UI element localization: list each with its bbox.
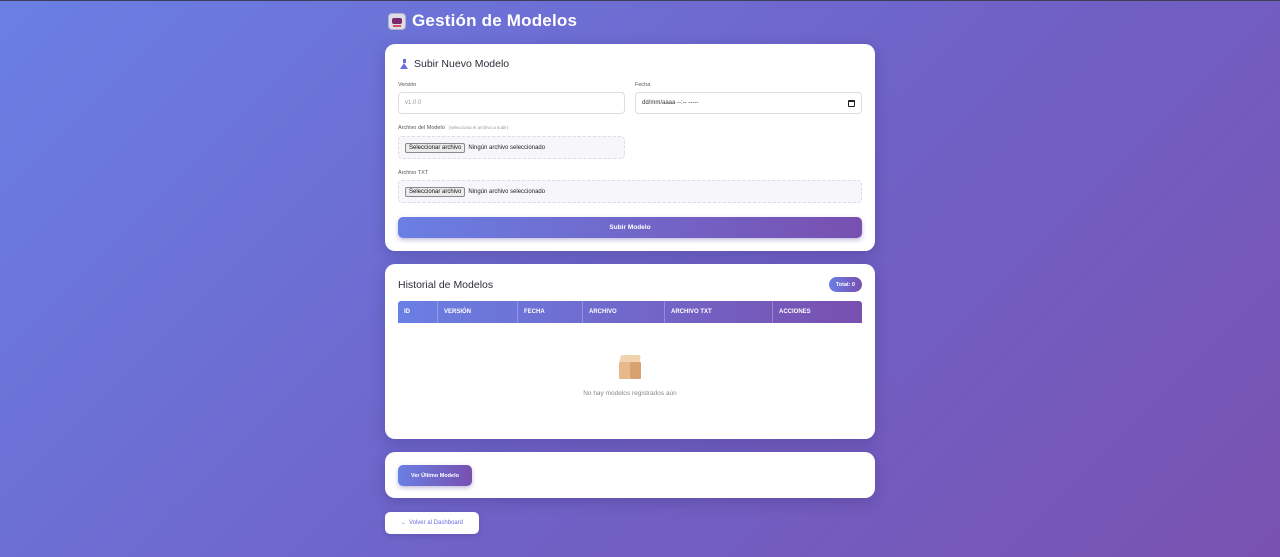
table-header: ID VERSIÓN FECHA ARCHIVO ARCHIVO TXT ACC… [398, 301, 862, 323]
column-header-version[interactable]: VERSIÓN [438, 301, 518, 323]
column-header-id[interactable]: ID [398, 301, 438, 323]
history-card: Historial de Modelos Total: 0 ID VERSIÓN… [385, 264, 875, 439]
version-placeholder: v1.0.0 [405, 100, 422, 106]
flask-icon [400, 59, 409, 69]
model-file-hint: (selecciona el archivo a subir) [448, 125, 509, 130]
robot-icon [388, 12, 406, 30]
history-title: Historial de Modelos [398, 279, 494, 291]
back-to-dashboard-button[interactable]: ← Volver al Dashboard [385, 512, 479, 534]
upload-title-text: Subir Nuevo Modelo [414, 58, 510, 70]
model-file-button[interactable]: Seleccionar archivo [405, 142, 466, 153]
txt-file-status: Ningún archivo seleccionado [468, 188, 546, 195]
back-label: Volver al Dashboard [408, 520, 464, 526]
view-latest-model-button[interactable]: Ver Último Modelo [398, 465, 472, 486]
empty-state-message: No hay modelos registrados aún [583, 390, 677, 397]
version-input[interactable]: v1.0.0 [398, 92, 625, 114]
model-file-label: Archivo del Modelo (selecciona el archivo… [398, 125, 508, 131]
total-badge: Total: 0 [828, 277, 862, 292]
model-file-status: Ningún archivo seleccionado [468, 144, 546, 151]
date-value: dd/mm/aaaa --:-- ----- [642, 100, 699, 106]
date-label: Fecha [635, 82, 651, 88]
page-title-text: Gestión de Modelos [412, 11, 578, 30]
model-file-input[interactable]: Seleccionar archivo Ningún archivo selec… [398, 136, 625, 159]
latest-model-card: Ver Último Modelo [385, 452, 875, 498]
model-file-label-text: Archivo del Modelo [398, 125, 445, 131]
txt-file-input[interactable]: Seleccionar archivo Ningún archivo selec… [398, 180, 862, 203]
txt-file-button[interactable]: Seleccionar archivo [405, 186, 466, 197]
txt-file-label: Archivo TXT [398, 170, 429, 176]
arrow-left-icon: ← [400, 520, 407, 526]
submit-model-button[interactable]: Subir Modelo [398, 217, 862, 238]
page-title: Gestión de Modelos [388, 11, 577, 31]
date-input[interactable]: dd/mm/aaaa --:-- ----- [635, 92, 862, 114]
upload-title: Subir Nuevo Modelo [400, 58, 509, 70]
version-label: Versión [398, 82, 417, 88]
calendar-icon[interactable] [848, 99, 855, 107]
upload-card: Subir Nuevo Modelo Versión v1.0.0 Fecha … [385, 44, 875, 251]
column-header-actions[interactable]: ACCIONES [773, 301, 862, 323]
column-header-txt-file[interactable]: ARCHIVO TXT [665, 301, 773, 323]
box-icon [618, 355, 642, 381]
column-header-file[interactable]: ARCHIVO [583, 301, 665, 323]
column-header-date[interactable]: FECHA [518, 301, 583, 323]
